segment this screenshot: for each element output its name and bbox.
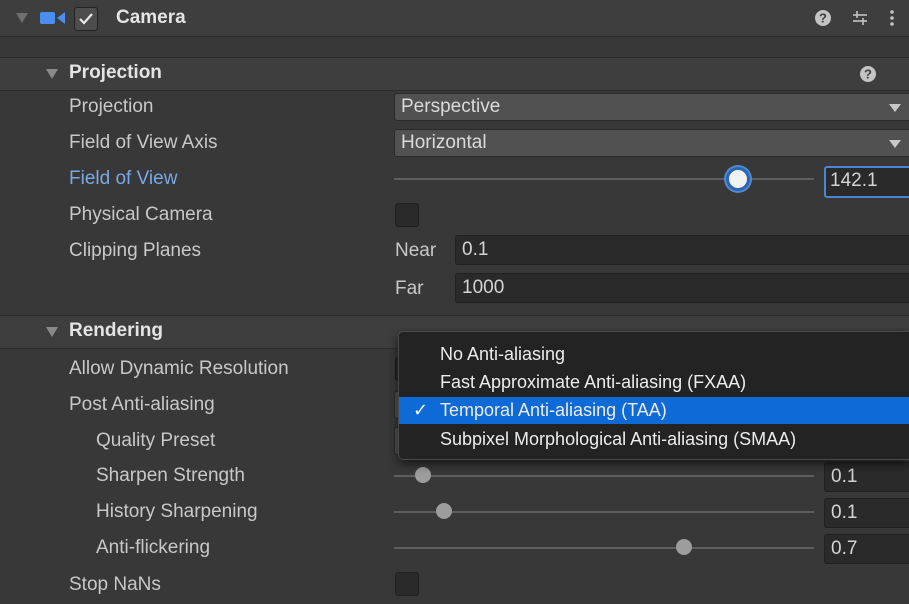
inspector-panel: Camera ? Projection ? Projection Perspec… [0, 0, 909, 604]
camera-component-header[interactable]: Camera ? [0, 0, 909, 37]
projection-dropdown[interactable]: Perspective [394, 93, 909, 121]
sharpen-strength-label: Sharpen Strength [96, 465, 245, 486]
stop-nans-label: Stop NaNs [69, 574, 161, 595]
post-aa-options-menu: No Anti-aliasing Fast Approximate Anti-a… [398, 331, 909, 460]
sharpen-strength-field[interactable]: 0.1 [824, 462, 909, 492]
post-aa-label: Post Anti-aliasing [69, 394, 215, 415]
menu-item-no-aa[interactable]: No Anti-aliasing [399, 341, 909, 368]
dynamic-resolution-label: Allow Dynamic Resolution [69, 358, 289, 379]
foldout-arrow-icon[interactable] [16, 13, 28, 23]
svg-text:?: ? [819, 11, 827, 26]
near-clip-value: 0.1 [462, 239, 489, 260]
help-icon[interactable]: ? [814, 9, 832, 27]
history-sharpening-value: 0.1 [831, 502, 858, 523]
menu-item-label: Fast Approximate Anti-aliasing (FXAA) [440, 372, 747, 392]
menu-item-label: Temporal Anti-aliasing (TAA) [440, 400, 667, 420]
history-sharpening-slider-track[interactable] [394, 511, 814, 513]
fov-axis-value: Horizontal [401, 132, 487, 153]
far-clip-value: 1000 [462, 277, 505, 298]
foldout-arrow-icon[interactable] [46, 69, 58, 79]
physical-camera-label: Physical Camera [69, 204, 213, 225]
menu-item-label: Subpixel Morphological Anti-aliasing (SM… [440, 429, 797, 449]
menu-item-label: No Anti-aliasing [440, 344, 566, 364]
anti-flickering-field[interactable]: 0.7 [824, 534, 909, 564]
fov-value-field[interactable]: 142.1 [824, 166, 909, 198]
fov-slider-track[interactable] [394, 178, 814, 180]
chevron-down-icon [889, 104, 901, 112]
fov-value: 142.1 [830, 170, 878, 191]
physical-camera-checkbox[interactable] [395, 203, 419, 227]
fov-label: Field of View [69, 168, 178, 189]
fov-axis-label: Field of View Axis [69, 132, 218, 153]
history-sharpening-field[interactable]: 0.1 [824, 498, 909, 528]
checkmark-icon: ✓ [413, 400, 429, 420]
projection-value: Perspective [401, 96, 501, 117]
sharpen-strength-slider-handle[interactable] [415, 467, 432, 483]
sharpen-strength-slider-track[interactable] [394, 475, 814, 477]
anti-flickering-value: 0.7 [831, 538, 858, 559]
svg-text:?: ? [864, 67, 872, 82]
history-sharpening-slider-handle[interactable] [436, 503, 453, 519]
anti-flickering-slider-track[interactable] [394, 547, 814, 549]
menu-item-smaa[interactable]: Subpixel Morphological Anti-aliasing (SM… [399, 426, 909, 453]
camera-icon [40, 12, 65, 24]
checkmark-icon [79, 13, 93, 25]
near-clip-field[interactable]: 0.1 [455, 235, 909, 265]
far-label: Far [395, 278, 424, 299]
fov-slider-handle[interactable] [726, 167, 751, 191]
sharpen-strength-value: 0.1 [831, 466, 858, 487]
foldout-arrow-icon[interactable] [46, 327, 58, 337]
far-clip-field[interactable]: 1000 [455, 273, 909, 303]
section-title: Projection [69, 62, 162, 83]
near-label: Near [395, 240, 437, 261]
help-icon[interactable]: ? [859, 65, 877, 83]
projection-label: Projection [69, 96, 154, 117]
clipping-planes-label: Clipping Planes [69, 240, 202, 261]
more-menu-icon[interactable] [889, 9, 895, 27]
quality-preset-label: Quality Preset [96, 430, 216, 451]
history-sharpening-label: History Sharpening [96, 501, 258, 522]
chevron-down-icon [889, 140, 901, 148]
component-title: Camera [116, 7, 186, 28]
anti-flickering-slider-handle[interactable] [675, 539, 692, 555]
stop-nans-checkbox[interactable] [395, 572, 419, 596]
menu-item-taa[interactable]: ✓ Temporal Anti-aliasing (TAA) [399, 397, 909, 424]
fov-axis-dropdown[interactable]: Horizontal [394, 129, 909, 157]
projection-section-header[interactable]: Projection ? [0, 57, 909, 91]
menu-item-fxaa[interactable]: Fast Approximate Anti-aliasing (FXAA) [399, 369, 909, 396]
section-title: Rendering [69, 320, 163, 341]
presets-icon[interactable] [851, 9, 869, 27]
component-enabled-checkbox[interactable] [74, 7, 98, 31]
anti-flickering-label: Anti-flickering [96, 537, 211, 558]
